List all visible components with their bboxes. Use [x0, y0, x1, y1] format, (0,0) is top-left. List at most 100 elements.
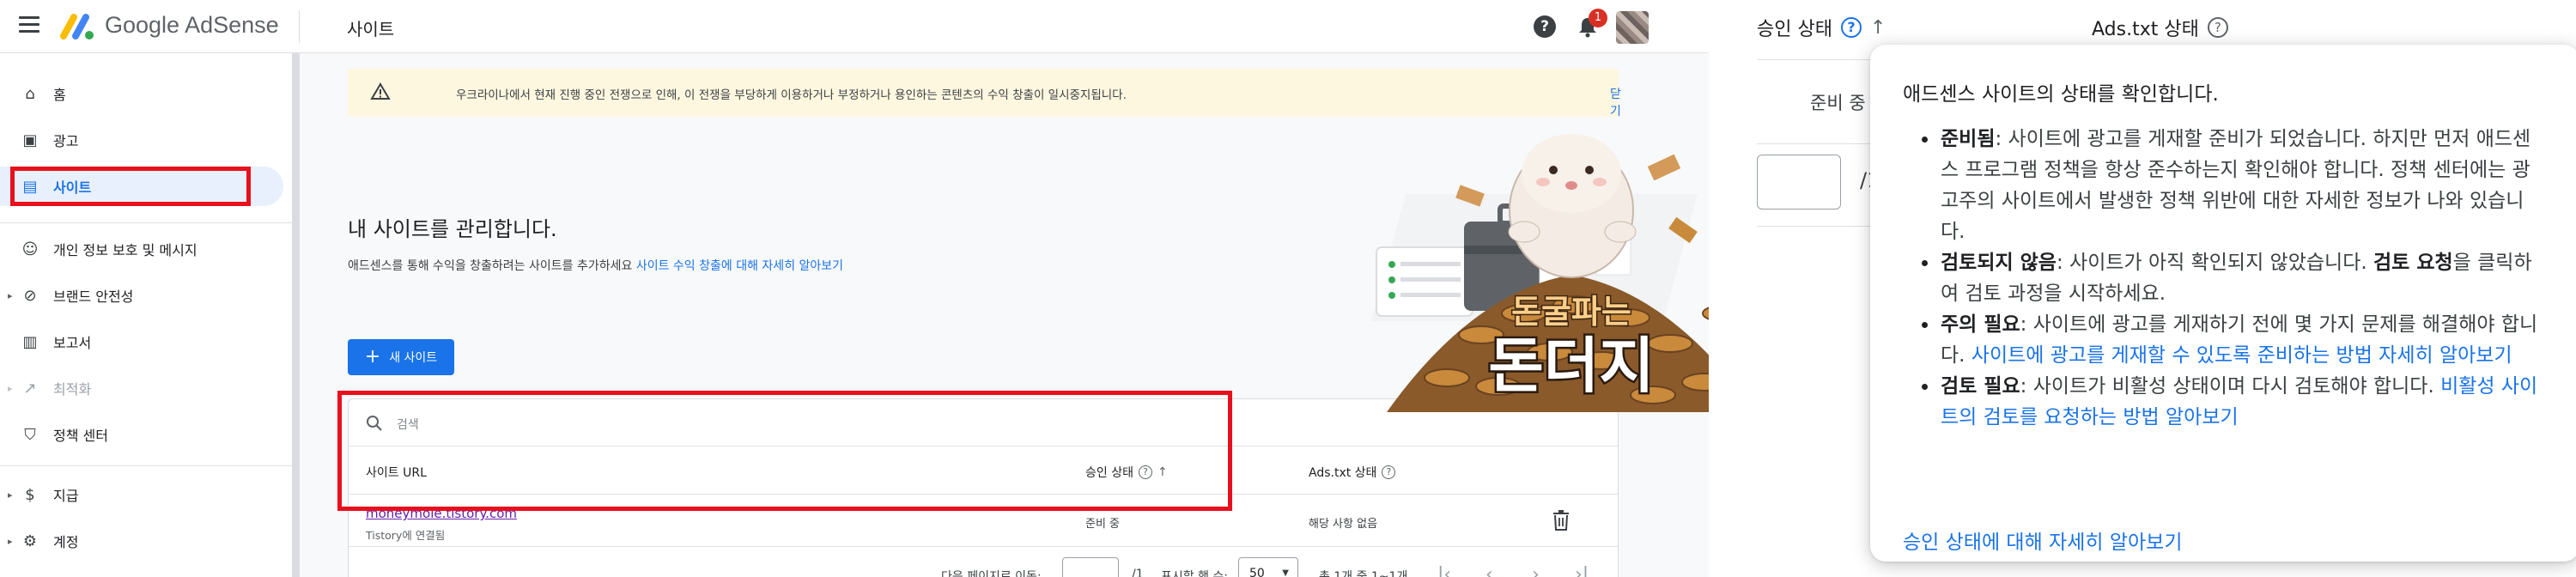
prepare-site-learn-more-link[interactable]: 사이트에 광고를 게재할 수 있도록 준비하는 방법 자세히 알아보기: [1971, 344, 2512, 367]
rows-per-page-value: 50: [1249, 567, 1265, 577]
column-header-label: 승인 상태: [1757, 19, 1832, 40]
list-item: 검토 필요: 사이트가 비활성 상태이며 다시 검토해야 합니다. 비활성 사이…: [1922, 371, 2540, 433]
site-connection-note: Tistory에 연결됨: [366, 529, 446, 542]
column-header-label: Ads.txt 상태: [1309, 466, 1377, 480]
sidebar-item-label: 광고: [53, 133, 79, 149]
sidebar-item-label: 보고서: [53, 335, 92, 351]
adstxt-status: 해당 사항 없음: [1309, 518, 1378, 531]
table-pager: 다음 페이지로 이동: /1 표시할 행 수: 50 ▼ 총 1개 중 1~1개…: [349, 549, 1618, 577]
sidebar-item-brand-safety[interactable]: ▸ ⊘ 브랜드 안전성: [0, 276, 283, 315]
top-bar: Google AdSense 사이트 ? 1: [0, 0, 1709, 53]
list-item: 준비됨: 사이트에 광고를 게재할 준비가 되었습니다. 하지만 먼저 애드센스…: [1922, 124, 2540, 247]
page-title: 사이트: [347, 19, 395, 39]
war-notice-banner: 우크라이나에서 현재 진행 중인 전쟁으로 인해, 이 전쟁을 부당하게 이용하…: [348, 69, 1621, 119]
highlight-box-site-row: [337, 391, 1232, 511]
payments-icon: $: [25, 485, 35, 504]
approval-status-learn-more-link[interactable]: 승인 상태에 대해 자세히 알아보기: [1903, 525, 2182, 555]
sidebar-item-payments[interactable]: ▸ $ 지급: [0, 475, 283, 514]
column-header-adstxt: Ads.txt 상태 ?: [1309, 464, 1396, 481]
zoomed-adstxt-header: Ads.txt 상태 ?: [2092, 14, 2228, 41]
sidebar-divider: [0, 222, 292, 223]
expand-caret-icon: ▸: [8, 535, 13, 547]
plus-icon: +: [364, 346, 381, 367]
rows-per-page-select[interactable]: 50 ▼: [1238, 557, 1298, 577]
goto-page-label: 다음 페이지로 이동:: [941, 570, 1042, 577]
dropdown-arrow-icon: ▼: [1282, 568, 1289, 577]
sidebar-item-ads[interactable]: ▣ 광고: [0, 120, 283, 160]
learn-more-link[interactable]: 사이트 수익 창출에 대해 자세히 알아보기: [636, 259, 843, 273]
tooltip-intro: 애드센스 사이트의 상태를 확인합니다.: [1903, 83, 2219, 106]
list-item: 주의 필요: 사이트에 광고를 게재하기 전에 몇 가지 문제를 해결해야 합니…: [1922, 309, 2540, 371]
expand-caret-icon: ▸: [8, 489, 13, 501]
notification-badge: 1: [1589, 9, 1607, 27]
banner-close-button[interactable]: 닫기: [1610, 85, 1621, 119]
status-desc: : 사이트가 아직 확인되지 않았습니다.: [2056, 252, 2367, 274]
review-request-term: 검토 요청: [2373, 252, 2453, 274]
sidebar-item-home[interactable]: ⌂ 홈: [0, 74, 283, 113]
sidebar-item-policy-center[interactable]: ⛉ 정책 센터: [0, 415, 283, 454]
sidebar: ⌂ 홈 ▣ 광고 ▤ 사이트 ☺ 개인 정보 보호 및 메시지 ▸ ⊘ 브랜드 …: [0, 53, 292, 577]
page-total: /1: [1132, 568, 1144, 577]
status-term: 준비됨: [1941, 128, 1996, 150]
help-circle-icon[interactable]: ?: [2207, 17, 2228, 38]
column-header-label: Ads.txt 상태: [2092, 19, 2199, 40]
mascot-mole-coins-image: 돈굴파는 돈더지: [1387, 134, 1756, 412]
optimization-icon: ↗: [23, 379, 37, 398]
avatar[interactable]: [1616, 11, 1649, 44]
prev-page-icon[interactable]: ‹: [1485, 564, 1493, 577]
goto-page-input[interactable]: [1757, 155, 1841, 210]
list-item: 검토되지 않음: 사이트가 아직 확인되지 않았습니다. 검토 요청을 클릭하여…: [1922, 247, 2540, 309]
sidebar-item-privacy[interactable]: ☺ 개인 정보 보호 및 메시지: [0, 229, 283, 269]
new-site-label: 새 사이트: [389, 351, 438, 365]
mascot-caption-line1: 돈굴파는: [1511, 293, 1631, 331]
sidebar-item-reports[interactable]: ▥ 보고서: [0, 322, 283, 361]
sidebar-item-optimization[interactable]: ▸ ↗ 최적화: [0, 368, 283, 408]
highlight-box-sites: [10, 167, 251, 206]
menu-icon[interactable]: [19, 16, 39, 37]
ads-icon: ▣: [22, 131, 38, 149]
sidebar-item-label: 개인 정보 보호 및 메시지: [53, 242, 197, 258]
account-gear-icon: ⚙: [22, 531, 38, 550]
first-page-icon[interactable]: |‹: [1437, 564, 1451, 577]
mascot-caption-line2: 돈더지: [1488, 331, 1654, 401]
sidebar-item-label: 계정: [53, 534, 79, 550]
warning-icon: [370, 82, 391, 100]
sidebar-item-label: 홈: [53, 87, 66, 103]
next-page-icon[interactable]: ›: [1532, 564, 1540, 577]
goto-page-input[interactable]: [1062, 557, 1119, 577]
divider: [299, 10, 300, 43]
sidebar-item-label: 정책 센터: [53, 428, 108, 444]
range-label: 총 1개 중 1~1개: [1319, 570, 1408, 577]
banner-text: 우크라이나에서 현재 진행 중인 전쟁으로 인해, 이 전쟁을 부당하게 이용하…: [456, 88, 1127, 102]
expand-caret-icon: ▸: [8, 289, 13, 301]
sidebar-item-account[interactable]: ▸ ⚙ 계정: [0, 521, 283, 561]
status-term: 주의 필요: [1941, 313, 2020, 336]
approval-status-tooltip: 애드센스 사이트의 상태를 확인합니다. 준비됨: 사이트에 광고를 게재할 준…: [1870, 45, 2576, 562]
sidebar-item-label: 지급: [53, 488, 79, 504]
sidebar-divider: [0, 465, 292, 466]
status-term: 검토 필요: [1941, 375, 2020, 398]
new-site-button[interactable]: + 새 사이트: [348, 339, 454, 375]
help-circle-icon[interactable]: ?: [1382, 465, 1396, 479]
adsense-logo-icon: [60, 14, 94, 39]
reports-icon: ▥: [22, 332, 38, 351]
delete-trash-icon[interactable]: [1551, 509, 1571, 531]
sort-arrow-up-icon[interactable]: ↑: [1870, 17, 1886, 39]
expand-caret-icon: ▸: [8, 382, 13, 394]
zoomed-approval-header: 승인 상태 ? ↑: [1757, 14, 1886, 41]
sidebar-item-label: 브랜드 안전성: [53, 288, 134, 305]
privacy-icon: ☺: [21, 240, 39, 258]
tooltip-status-list: 준비됨: 사이트에 광고를 게재할 준비가 되었습니다. 하지만 먼저 애드센스…: [1922, 124, 2540, 433]
adsense-window: Google AdSense 사이트 ? 1 ⌂ 홈 ▣ 광고 ▤ 사이트 ☺ …: [0, 0, 1756, 577]
sites-subtext-label: 애드센스를 통해 수익을 창출하려는 사이트를 추가하세요: [348, 259, 633, 273]
status-desc: : 사이트에 광고를 게재할 준비가 되었습니다. 하지만 먼저 애드센스 프로…: [1941, 128, 2531, 243]
help-icon[interactable]: ?: [1534, 15, 1556, 38]
status-term: 검토되지 않음: [1941, 252, 2057, 274]
status-desc: : 사이트가 비활성 상태이며 다시 검토해야 합니다.: [2020, 375, 2434, 398]
sidebar-scrollbar[interactable]: [292, 53, 300, 577]
last-page-icon[interactable]: ›|: [1575, 564, 1589, 577]
policy-center-icon: ⛉: [24, 425, 36, 444]
sites-heading: 내 사이트를 관리합니다.: [348, 217, 557, 241]
help-circle-icon[interactable]: ?: [1840, 17, 1862, 38]
approval-status: 준비 중: [1085, 518, 1121, 531]
